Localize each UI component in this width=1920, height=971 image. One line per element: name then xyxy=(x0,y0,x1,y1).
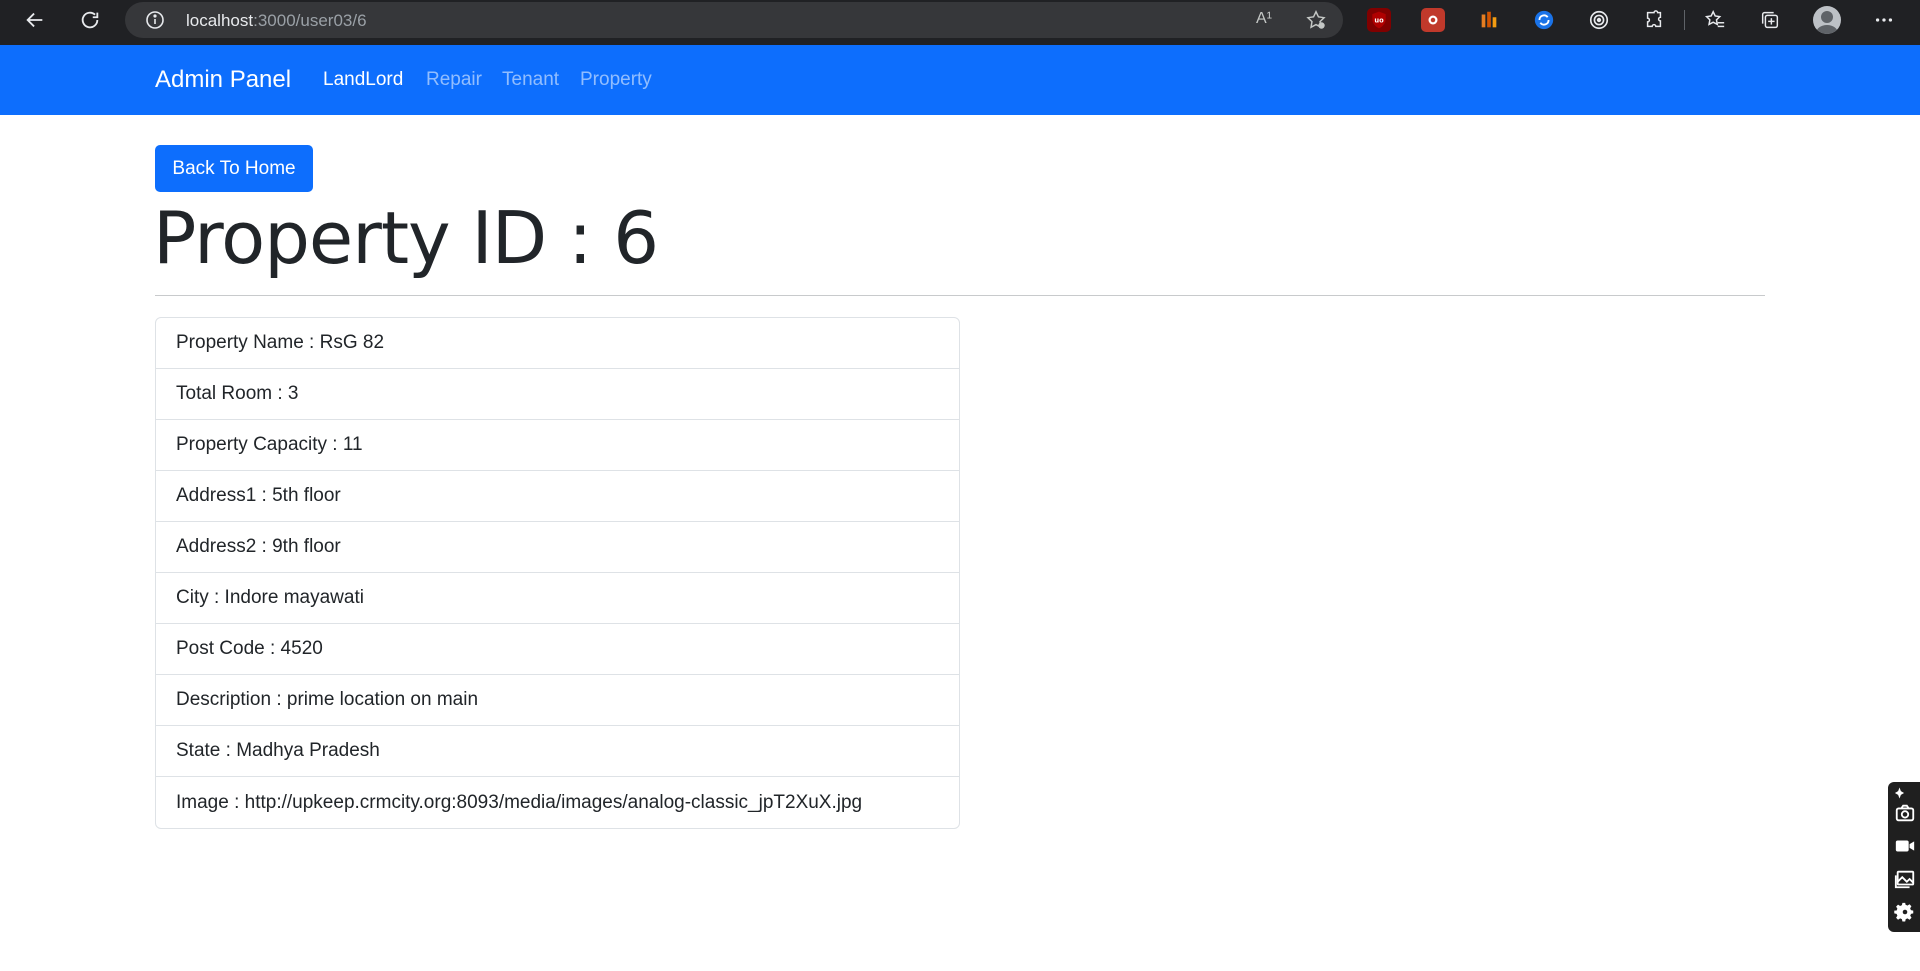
detail-address1: Address1 : 5th floor xyxy=(156,471,959,522)
nav-link-tenant[interactable]: Tenant xyxy=(502,69,559,91)
floating-capture-toolbar xyxy=(1888,782,1920,932)
detail-description: Description : prime location on main xyxy=(156,675,959,726)
address-bar[interactable]: localhost:3000/user03/6 A¹ xyxy=(125,2,1343,38)
nav-link-landlord[interactable]: LandLord xyxy=(323,69,403,91)
detail-city: City : Indore mayawati xyxy=(156,573,959,624)
profile-avatar-icon[interactable] xyxy=(1813,6,1841,34)
detail-address2: Address2 : 9th floor xyxy=(156,522,959,573)
ublock-extension-icon[interactable]: uo xyxy=(1367,8,1391,32)
detail-post-code: Post Code : 4520 xyxy=(156,624,959,675)
detail-property-capacity: Property Capacity : 11 xyxy=(156,420,959,471)
url-text[interactable]: localhost:3000/user03/6 xyxy=(186,11,367,31)
refresh-icon[interactable] xyxy=(72,2,108,38)
extension-blue-sync-icon[interactable] xyxy=(1532,8,1556,32)
extension-orange-icon[interactable] xyxy=(1477,8,1501,32)
detail-total-room: Total Room : 3 xyxy=(156,369,959,420)
collections-icon[interactable] xyxy=(1758,8,1782,32)
top-navbar: Admin Panel LandLord Repair Tenant Prope… xyxy=(0,45,1920,115)
page-title: Property ID : 6 xyxy=(153,196,659,280)
nav-link-property[interactable]: Property xyxy=(580,69,652,91)
extension-red-icon[interactable] xyxy=(1421,8,1445,32)
add-favorite-icon[interactable] xyxy=(1305,9,1327,36)
nav-link-repair[interactable]: Repair xyxy=(426,69,482,91)
camera-icon[interactable] xyxy=(1894,802,1916,824)
back-to-home-button[interactable]: Back To Home xyxy=(155,145,313,192)
gallery-icon[interactable] xyxy=(1894,868,1916,890)
info-icon[interactable] xyxy=(145,10,165,30)
extensions-puzzle-icon[interactable] xyxy=(1642,8,1666,32)
detail-property-name: Property Name : RsG 82 xyxy=(156,318,959,369)
property-details-list: Property Name : RsG 82 Total Room : 3 Pr… xyxy=(155,317,960,829)
sparkle-icon[interactable] xyxy=(1894,786,1916,799)
toolbar-divider xyxy=(1684,10,1685,30)
svg-text:uo: uo xyxy=(1374,17,1384,25)
settings-gear-icon[interactable] xyxy=(1894,901,1916,923)
favorites-icon[interactable] xyxy=(1703,8,1727,32)
detail-state: State : Madhya Pradesh xyxy=(156,726,959,777)
more-options-icon[interactable] xyxy=(1872,8,1896,32)
detail-image: Image : http://upkeep.crmcity.org:8093/m… xyxy=(176,791,863,813)
browser-toolbar: localhost:3000/user03/6 A¹ uo xyxy=(0,0,1920,45)
video-camera-icon[interactable] xyxy=(1894,835,1916,857)
navbar-brand[interactable]: Admin Panel xyxy=(155,66,291,94)
extension-target-icon[interactable] xyxy=(1587,8,1611,32)
divider xyxy=(155,295,1765,296)
back-arrow-icon[interactable] xyxy=(17,2,53,38)
read-aloud-icon[interactable]: A¹ xyxy=(1256,10,1272,28)
